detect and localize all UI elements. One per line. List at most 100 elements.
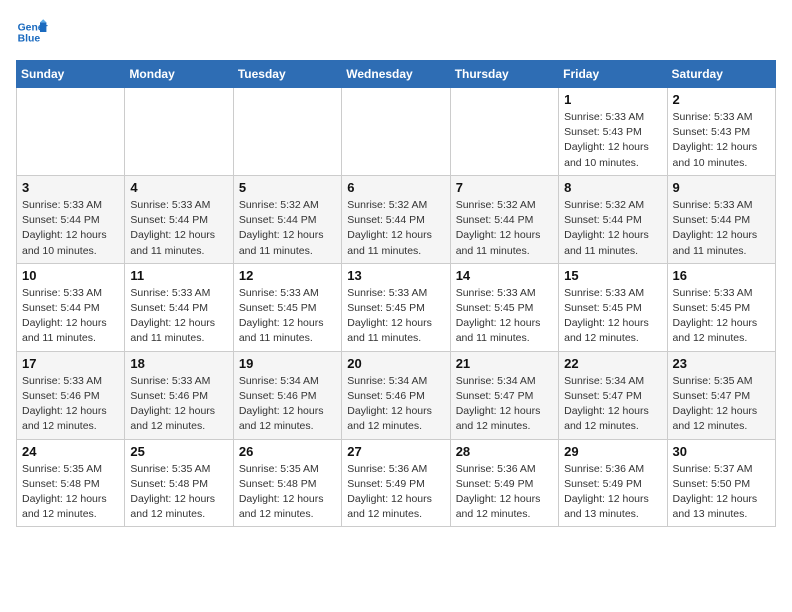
calendar-cell: 18Sunrise: 5:33 AM Sunset: 5:46 PM Dayli… xyxy=(125,351,233,439)
col-header-monday: Monday xyxy=(125,61,233,88)
day-detail: Sunrise: 5:34 AM Sunset: 5:47 PM Dayligh… xyxy=(456,374,553,435)
day-detail: Sunrise: 5:33 AM Sunset: 5:43 PM Dayligh… xyxy=(673,110,770,171)
day-number: 21 xyxy=(456,356,553,371)
day-detail: Sunrise: 5:36 AM Sunset: 5:49 PM Dayligh… xyxy=(456,462,553,523)
calendar-cell: 6 Sunrise: 5:32 AM Sunset: 5:44 PM Daylig… xyxy=(342,175,450,263)
day-number: 23 xyxy=(673,356,770,371)
calendar-cell: 25 Sunrise: 5:35 AM Sunset: 5:48 PM Dayli… xyxy=(125,439,233,527)
calendar-header-row: SundayMondayTuesdayWednesdayThursdayFrid… xyxy=(17,61,776,88)
calendar-cell: 19Sunrise: 5:34 AM Sunset: 5:46 PM Dayli… xyxy=(233,351,341,439)
calendar-cell xyxy=(342,88,450,176)
day-detail: Sunrise: 5:34 AM Sunset: 5:47 PM Dayligh… xyxy=(564,374,661,435)
calendar-cell xyxy=(233,88,341,176)
day-number: 17 xyxy=(22,356,119,371)
col-header-saturday: Saturday xyxy=(667,61,775,88)
calendar-cell xyxy=(450,88,558,176)
day-number: 15 xyxy=(564,268,661,283)
calendar-cell xyxy=(17,88,125,176)
calendar-cell: 4Sunrise: 5:33 AM Sunset: 5:44 PM Daylig… xyxy=(125,175,233,263)
col-header-thursday: Thursday xyxy=(450,61,558,88)
day-detail: Sunrise: 5:34 AM Sunset: 5:46 PM Dayligh… xyxy=(347,374,444,435)
day-number: 25 xyxy=(130,444,227,459)
col-header-sunday: Sunday xyxy=(17,61,125,88)
day-detail: Sunrise: 5:36 AM Sunset: 5:49 PM Dayligh… xyxy=(564,462,661,523)
calendar-cell: 10 Sunrise: 5:33 AM Sunset: 5:44 PM Dayli… xyxy=(17,263,125,351)
day-number: 9 xyxy=(673,180,770,195)
week-row-2: 3 Sunrise: 5:33 AM Sunset: 5:44 PM Daylig… xyxy=(17,175,776,263)
day-detail: Sunrise: 5:32 AM Sunset: 5:44 PM Dayligh… xyxy=(239,198,336,259)
day-detail: Sunrise: 5:35 AM Sunset: 5:48 PM Dayligh… xyxy=(22,462,119,523)
day-detail: Sunrise: 5:33 AM Sunset: 5:44 PM Dayligh… xyxy=(673,198,770,259)
calendar-cell: 9 Sunrise: 5:33 AM Sunset: 5:44 PM Daylig… xyxy=(667,175,775,263)
page-header: General Blue xyxy=(16,16,776,48)
week-row-1: 1 Sunrise: 5:33 AM Sunset: 5:43 PM Daylig… xyxy=(17,88,776,176)
day-detail: Sunrise: 5:35 AM Sunset: 5:48 PM Dayligh… xyxy=(130,462,227,523)
day-detail: Sunrise: 5:33 AM Sunset: 5:45 PM Dayligh… xyxy=(564,286,661,347)
day-detail: Sunrise: 5:33 AM Sunset: 5:46 PM Dayligh… xyxy=(22,374,119,435)
day-number: 3 xyxy=(22,180,119,195)
day-number: 10 xyxy=(22,268,119,283)
calendar-cell: 11Sunrise: 5:33 AM Sunset: 5:44 PM Dayli… xyxy=(125,263,233,351)
day-number: 30 xyxy=(673,444,770,459)
day-detail: Sunrise: 5:32 AM Sunset: 5:44 PM Dayligh… xyxy=(456,198,553,259)
week-row-4: 17 Sunrise: 5:33 AM Sunset: 5:46 PM Dayli… xyxy=(17,351,776,439)
calendar-cell: 29 Sunrise: 5:36 AM Sunset: 5:49 PM Dayli… xyxy=(559,439,667,527)
calendar-cell xyxy=(125,88,233,176)
day-detail: Sunrise: 5:33 AM Sunset: 5:44 PM Dayligh… xyxy=(130,198,227,259)
day-number: 29 xyxy=(564,444,661,459)
calendar-cell: 30Sunrise: 5:37 AM Sunset: 5:50 PM Dayli… xyxy=(667,439,775,527)
day-detail: Sunrise: 5:32 AM Sunset: 5:44 PM Dayligh… xyxy=(564,198,661,259)
day-number: 22 xyxy=(564,356,661,371)
calendar-cell: 27Sunrise: 5:36 AM Sunset: 5:49 PM Dayli… xyxy=(342,439,450,527)
logo-icon: General Blue xyxy=(16,16,48,48)
calendar-cell: 2Sunrise: 5:33 AM Sunset: 5:43 PM Daylig… xyxy=(667,88,775,176)
day-detail: Sunrise: 5:33 AM Sunset: 5:44 PM Dayligh… xyxy=(22,198,119,259)
day-number: 7 xyxy=(456,180,553,195)
day-detail: Sunrise: 5:33 AM Sunset: 5:43 PM Dayligh… xyxy=(564,110,661,171)
calendar-cell: 21 Sunrise: 5:34 AM Sunset: 5:47 PM Dayli… xyxy=(450,351,558,439)
day-number: 14 xyxy=(456,268,553,283)
day-detail: Sunrise: 5:33 AM Sunset: 5:44 PM Dayligh… xyxy=(22,286,119,347)
day-number: 19 xyxy=(239,356,336,371)
day-number: 20 xyxy=(347,356,444,371)
day-detail: Sunrise: 5:35 AM Sunset: 5:48 PM Dayligh… xyxy=(239,462,336,523)
calendar-cell: 28 Sunrise: 5:36 AM Sunset: 5:49 PM Dayli… xyxy=(450,439,558,527)
calendar-cell: 20 Sunrise: 5:34 AM Sunset: 5:46 PM Dayli… xyxy=(342,351,450,439)
day-number: 28 xyxy=(456,444,553,459)
day-detail: Sunrise: 5:35 AM Sunset: 5:47 PM Dayligh… xyxy=(673,374,770,435)
calendar-cell: 16 Sunrise: 5:33 AM Sunset: 5:45 PM Dayli… xyxy=(667,263,775,351)
calendar-cell: 7 Sunrise: 5:32 AM Sunset: 5:44 PM Daylig… xyxy=(450,175,558,263)
week-row-3: 10 Sunrise: 5:33 AM Sunset: 5:44 PM Dayli… xyxy=(17,263,776,351)
calendar-cell: 17 Sunrise: 5:33 AM Sunset: 5:46 PM Dayli… xyxy=(17,351,125,439)
col-header-wednesday: Wednesday xyxy=(342,61,450,88)
calendar-cell: 26 Sunrise: 5:35 AM Sunset: 5:48 PM Dayli… xyxy=(233,439,341,527)
calendar-cell: 1 Sunrise: 5:33 AM Sunset: 5:43 PM Daylig… xyxy=(559,88,667,176)
day-number: 6 xyxy=(347,180,444,195)
day-number: 18 xyxy=(130,356,227,371)
day-detail: Sunrise: 5:32 AM Sunset: 5:44 PM Dayligh… xyxy=(347,198,444,259)
calendar-table: SundayMondayTuesdayWednesdayThursdayFrid… xyxy=(16,60,776,527)
svg-text:Blue: Blue xyxy=(18,34,41,45)
day-number: 27 xyxy=(347,444,444,459)
day-number: 8 xyxy=(564,180,661,195)
day-detail: Sunrise: 5:33 AM Sunset: 5:45 PM Dayligh… xyxy=(456,286,553,347)
day-detail: Sunrise: 5:33 AM Sunset: 5:45 PM Dayligh… xyxy=(673,286,770,347)
calendar-cell: 23 Sunrise: 5:35 AM Sunset: 5:47 PM Dayli… xyxy=(667,351,775,439)
day-number: 1 xyxy=(564,92,661,107)
day-detail: Sunrise: 5:33 AM Sunset: 5:45 PM Dayligh… xyxy=(239,286,336,347)
calendar-cell: 8 Sunrise: 5:32 AM Sunset: 5:44 PM Daylig… xyxy=(559,175,667,263)
col-header-friday: Friday xyxy=(559,61,667,88)
col-header-tuesday: Tuesday xyxy=(233,61,341,88)
day-number: 16 xyxy=(673,268,770,283)
calendar-cell: 15 Sunrise: 5:33 AM Sunset: 5:45 PM Dayli… xyxy=(559,263,667,351)
week-row-5: 24 Sunrise: 5:35 AM Sunset: 5:48 PM Dayli… xyxy=(17,439,776,527)
day-number: 13 xyxy=(347,268,444,283)
calendar-cell: 3 Sunrise: 5:33 AM Sunset: 5:44 PM Daylig… xyxy=(17,175,125,263)
day-number: 5 xyxy=(239,180,336,195)
day-number: 11 xyxy=(130,268,227,283)
day-number: 24 xyxy=(22,444,119,459)
day-number: 26 xyxy=(239,444,336,459)
day-detail: Sunrise: 5:33 AM Sunset: 5:45 PM Dayligh… xyxy=(347,286,444,347)
calendar-cell: 24 Sunrise: 5:35 AM Sunset: 5:48 PM Dayli… xyxy=(17,439,125,527)
calendar-cell: 22 Sunrise: 5:34 AM Sunset: 5:47 PM Dayli… xyxy=(559,351,667,439)
